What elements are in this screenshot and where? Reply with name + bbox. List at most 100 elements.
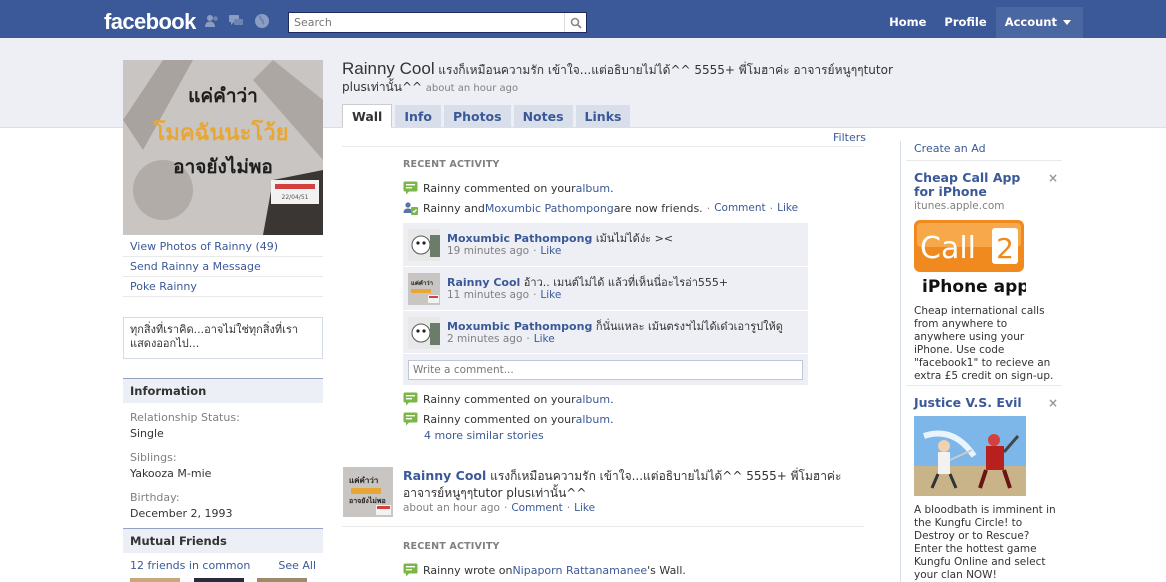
tab-photos[interactable]: Photos	[443, 105, 511, 128]
story-author-link[interactable]: Rainny Cool	[403, 468, 486, 483]
picture-caption-1: แค่คำว่า	[188, 85, 258, 107]
comment-meta: 2 minutes ago · Like	[447, 333, 555, 345]
mutual-friend-thumb[interactable]	[130, 578, 180, 582]
comment-author-link[interactable]: Rainny Cool	[447, 276, 520, 289]
activity-text: Rainny wrote on	[423, 563, 513, 577]
bio-box: ทุกสิ่งที่เราคิด...อาจไม่ใช่ทุกสิ่งที่เร…	[123, 317, 323, 359]
ad-image[interactable]	[914, 416, 1026, 496]
friend-link[interactable]: Moxumbic Pathompong	[485, 202, 614, 215]
search-input[interactable]	[289, 13, 564, 32]
activity-item: Rainny wrote on Nipaporn Rattanamanee's …	[403, 562, 686, 578]
friend-requests-icon[interactable]	[204, 13, 220, 29]
commenter-avatar[interactable]: แค่คำว่า	[408, 273, 440, 305]
comment-link[interactable]: Comment	[714, 202, 765, 214]
comment-item: Moxumbic Pathompong ก็นั่นแหละ เม้นตรงฯไ…	[403, 311, 808, 354]
mutual-friend-thumb[interactable]	[194, 578, 244, 582]
divider	[342, 146, 864, 147]
write-comment-input[interactable]	[408, 360, 803, 380]
mutual-friend-thumb[interactable]	[257, 578, 307, 582]
comment-like-link[interactable]: Like	[540, 245, 561, 257]
activity-suffix: .	[610, 181, 614, 195]
activity-item: Rainny commented on your album.	[403, 180, 614, 196]
comment-like-link[interactable]: Like	[534, 333, 555, 345]
recent-activity-label: RECENT ACTIVITY	[403, 159, 500, 170]
activity-suffix: 's Wall.	[647, 563, 686, 577]
ad-title-link[interactable]: Cheap Call App for iPhone	[914, 171, 1039, 199]
relationship-value: Single	[130, 427, 164, 440]
profile-actions: View Photos of Rainny (49) Send Rainny a…	[123, 237, 323, 297]
comment-icon	[403, 392, 418, 406]
top-bar: facebook Home Profile Account	[0, 0, 1166, 38]
divider	[906, 385, 1062, 386]
tab-links[interactable]: Links	[575, 105, 631, 128]
tab-wall[interactable]: Wall	[342, 104, 393, 128]
mutual-friends-box: Mutual Friends 12 friends in common See …	[123, 528, 323, 572]
comment-time: 19 minutes ago	[447, 245, 530, 257]
tab-notes[interactable]: Notes	[513, 105, 573, 128]
notifications-globe-icon[interactable]	[254, 13, 270, 29]
more-stories-link[interactable]: 4 more similar stories	[424, 429, 544, 442]
activity-suffix: .	[610, 412, 614, 426]
wall-owner-link[interactable]: Nipaporn Rattanamanee	[512, 564, 647, 577]
story-like-link[interactable]: Like	[574, 502, 595, 514]
birthday-label: Birthday:	[130, 491, 180, 504]
comment-author-link[interactable]: Moxumbic Pathompong	[447, 320, 592, 333]
comment-body: อ้าว.. เมนต์ไม่ได้ แล้วที่เห็นนี่อะไรอ่า…	[520, 276, 729, 289]
ad-image-text: Call	[920, 231, 976, 266]
sibling-link[interactable]: Yakooza M-mie	[123, 467, 323, 480]
profile-name-status: Rainny Cool แรงก็เหมือนความรัก เข้าใจ...…	[342, 60, 902, 97]
comment-like-link[interactable]: Like	[540, 289, 561, 301]
create-ad-link[interactable]: Create an Ad	[914, 142, 986, 155]
ad-image-number: 2	[996, 232, 1014, 265]
comment-author-link[interactable]: Moxumbic Pathompong	[447, 232, 592, 245]
ad-body: Cheap international calls from anywhere …	[914, 305, 1054, 382]
nav-account[interactable]: Account	[995, 7, 1083, 38]
story-avatar[interactable]: แค่คำว่า อาจยังไม่พอ	[343, 467, 393, 517]
activity-text: Rainny commented on your	[423, 181, 576, 195]
write-comment-box	[403, 354, 808, 385]
close-icon[interactable]: ×	[1048, 396, 1058, 410]
search-button[interactable]	[564, 13, 586, 32]
poke-link[interactable]: Poke Rainny	[123, 277, 323, 297]
activity-item: Rainny and Moxumbic Pathompong are now f…	[403, 200, 798, 216]
mutual-friends-row: 12 friends in common See All	[123, 553, 323, 572]
tab-info[interactable]: Info	[395, 105, 441, 128]
story-comment-link[interactable]: Comment	[511, 502, 562, 514]
commenter-avatar[interactable]	[408, 229, 440, 261]
ad-image[interactable]: Call 2 iPhone app	[914, 220, 1029, 300]
recent-activity-label: RECENT ACTIVITY	[403, 541, 500, 552]
nav-profile[interactable]: Profile	[935, 7, 995, 38]
close-icon[interactable]: ×	[1048, 171, 1058, 185]
comment-meta: 19 minutes ago · Like	[447, 245, 562, 257]
see-all-link[interactable]: See All	[278, 559, 316, 572]
commenter-avatar[interactable]	[408, 317, 440, 349]
comment-time: 2 minutes ago	[447, 333, 523, 345]
friends-icon	[403, 202, 418, 215]
comment-body: ก็นั่นแหละ เม้นตรงฯไม่ได้เด๋วเอารูปให้ดู	[592, 320, 783, 333]
album-link[interactable]: album	[576, 393, 610, 406]
top-nav: Home Profile Account	[880, 7, 1083, 38]
like-link[interactable]: Like	[777, 202, 798, 214]
comment-body: เม้นไม่ได้ง่ะ ><	[592, 232, 674, 245]
facebook-logo[interactable]: facebook	[104, 9, 196, 35]
ad-title-link[interactable]: Justice V.S. Evil	[914, 396, 1039, 410]
story-time[interactable]: about an hour ago	[403, 502, 500, 514]
mutual-friends-count-link[interactable]: 12 friends in common	[130, 559, 250, 572]
information-box: Information Relationship Status: Single …	[123, 378, 323, 520]
send-message-link[interactable]: Send Rainny a Message	[123, 257, 323, 277]
activity-suffix: are now friends.	[613, 201, 703, 215]
view-photos-link[interactable]: View Photos of Rainny (49)	[123, 237, 323, 257]
album-link[interactable]: album	[576, 413, 610, 426]
divider	[342, 526, 864, 527]
mutual-friends-header: Mutual Friends	[123, 528, 323, 553]
nav-home[interactable]: Home	[880, 7, 935, 38]
profile-picture[interactable]: 22/04/51 แค่คำว่า โมคฉันนะโว้ย อาจยังไม่…	[123, 60, 323, 235]
filters-link[interactable]: Filters	[833, 131, 866, 144]
svg-text:แค่คำว่า: แค่คำว่า	[349, 476, 378, 485]
story-text: Rainny Cool แรงก็เหมือนความรัก เข้าใจ...…	[403, 467, 858, 502]
album-link[interactable]: album	[576, 182, 610, 195]
birthday-value: December 2, 1993	[130, 507, 233, 520]
status-time[interactable]: about an hour ago	[426, 83, 518, 94]
messages-icon[interactable]	[228, 13, 244, 29]
search-box	[288, 12, 587, 33]
